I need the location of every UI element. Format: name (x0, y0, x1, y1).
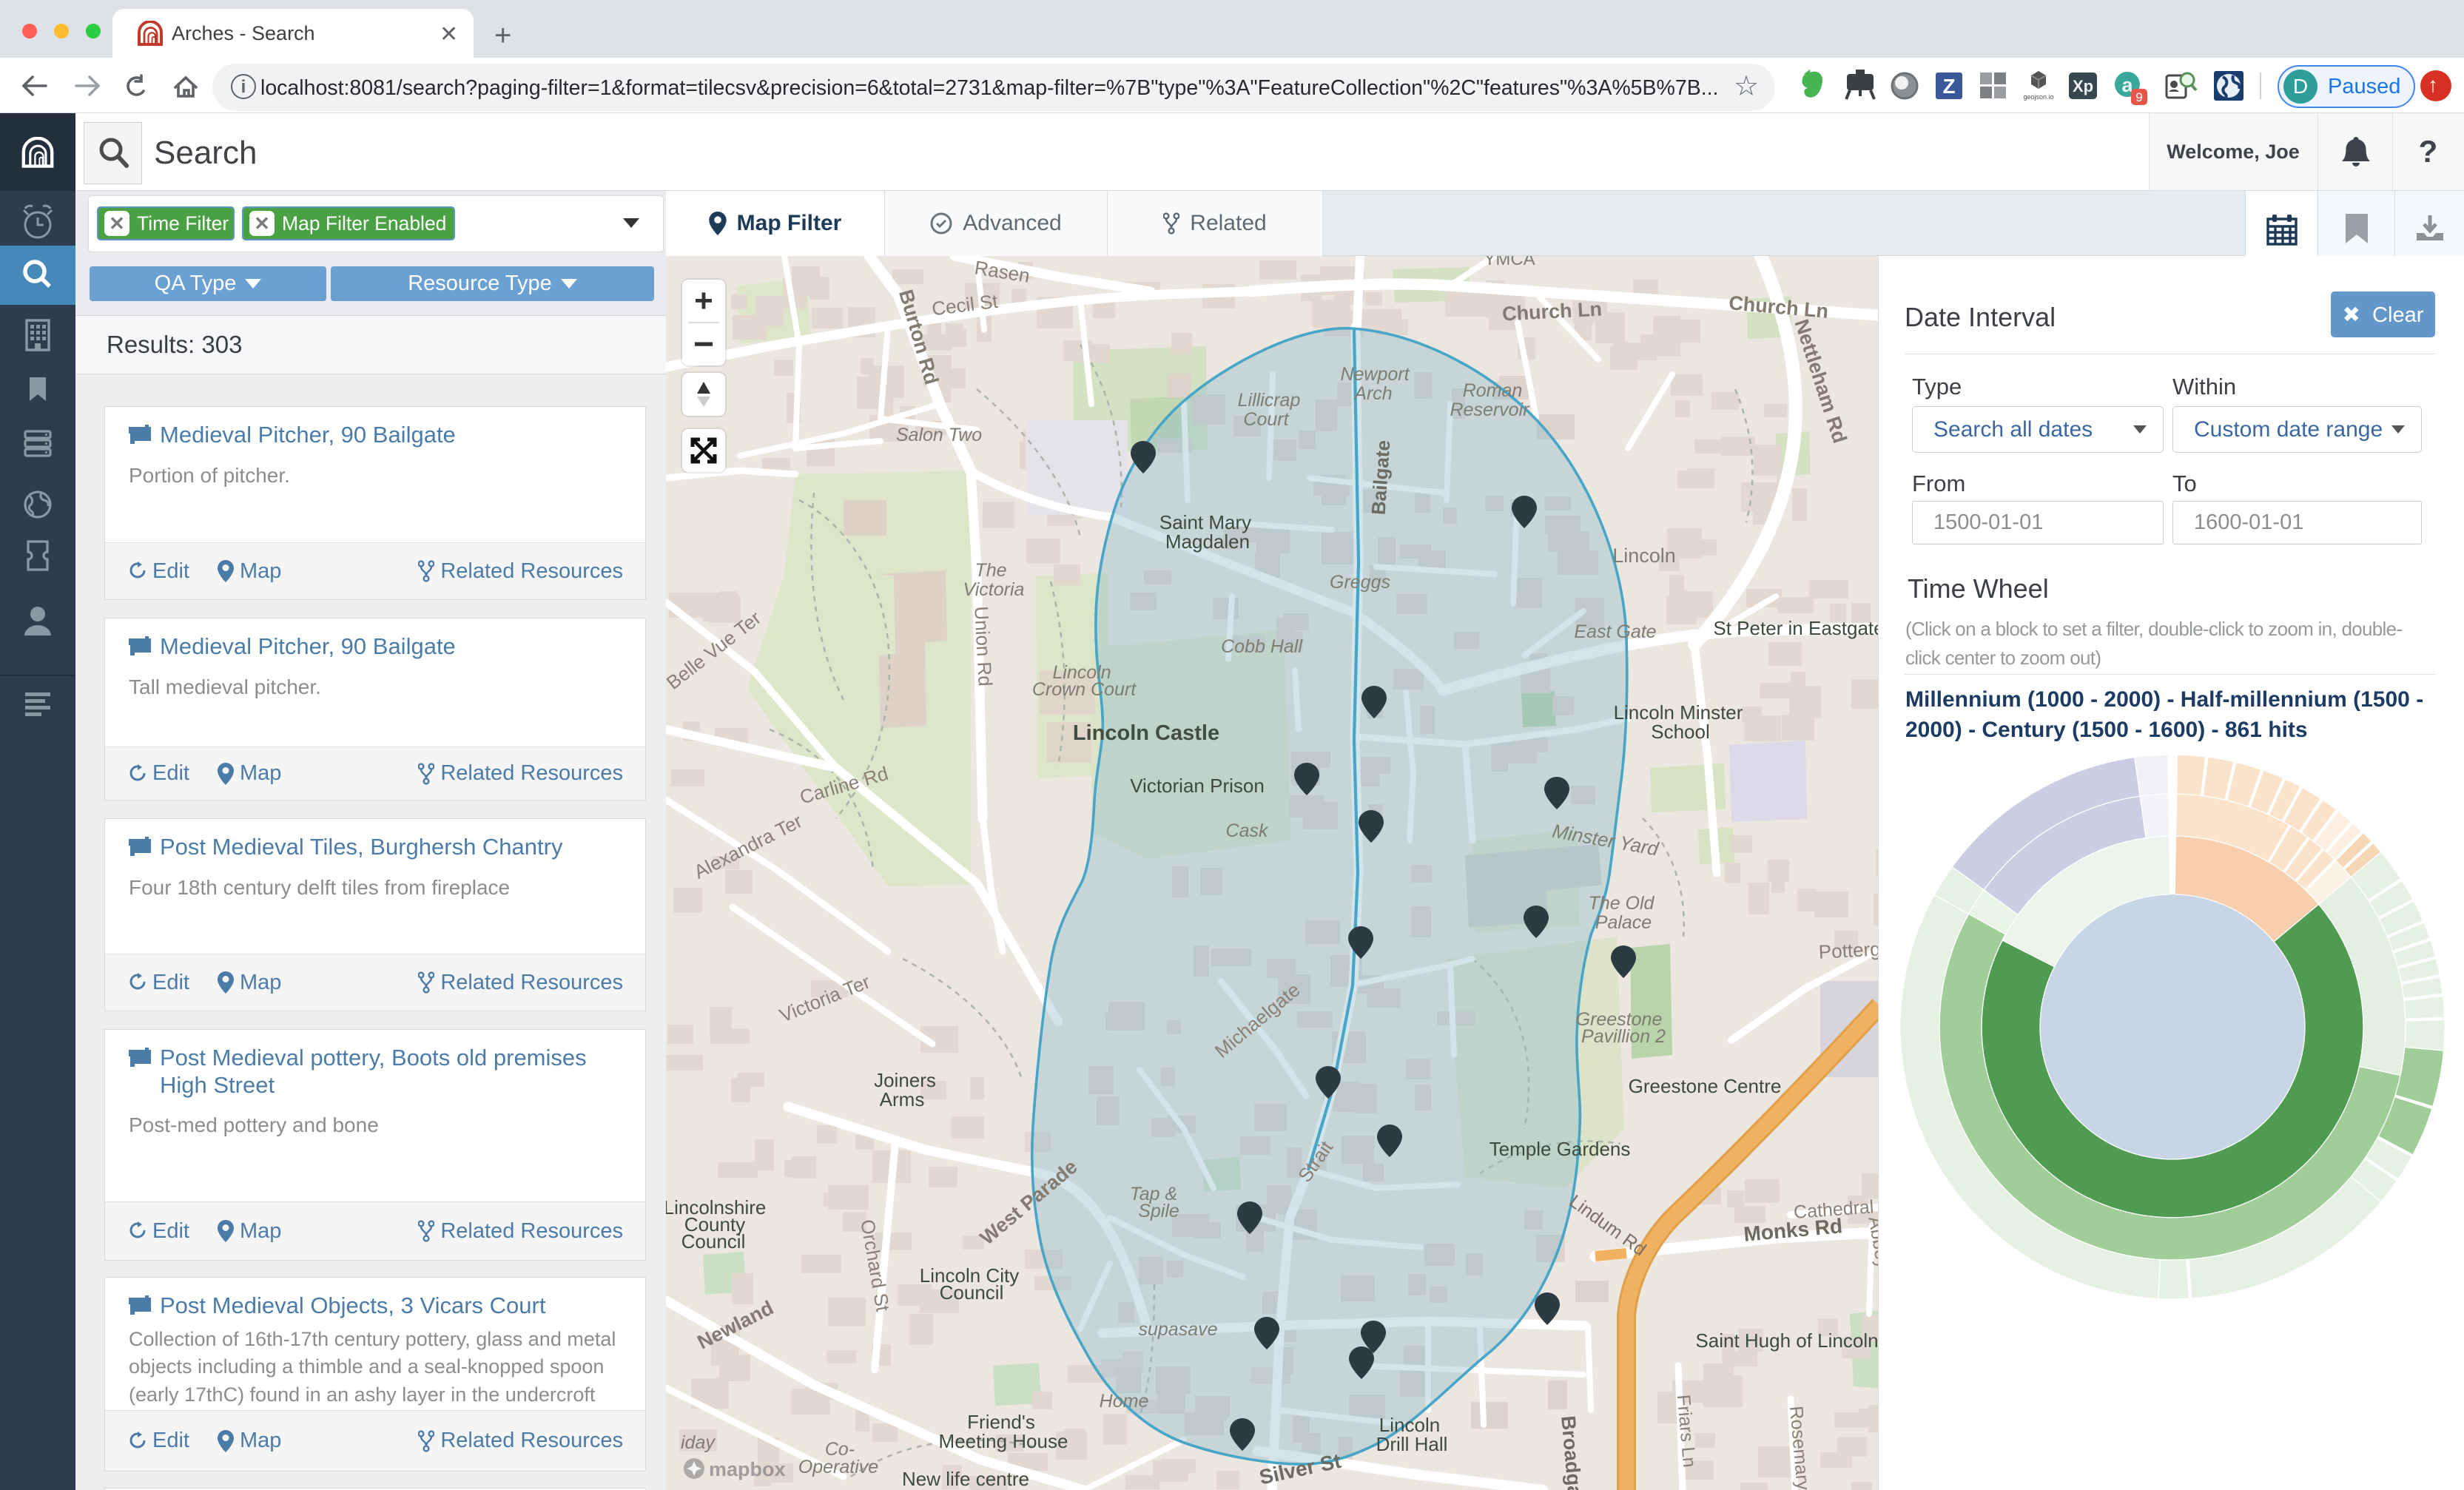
svg-text:iday: iday (681, 1432, 716, 1453)
svg-text:Meeting House: Meeting House (939, 1430, 1068, 1452)
svg-text:Arms: Arms (880, 1088, 925, 1110)
svg-text:Salon Two: Salon Two (896, 425, 982, 445)
svg-text:Temple Gardens: Temple Gardens (1489, 1138, 1631, 1160)
svg-text:Greestone Centre: Greestone Centre (1629, 1075, 1782, 1097)
svg-text:9: 9 (2135, 90, 2142, 104)
svg-text:Newport: Newport (1340, 364, 1410, 385)
svg-text:supasave: supasave (1138, 1319, 1217, 1340)
svg-text:Lillicrap: Lillicrap (1238, 390, 1301, 411)
svg-text:Pavillion 2: Pavillion 2 (1581, 1026, 1666, 1047)
svg-text:Arch: Arch (1353, 383, 1392, 404)
svg-text:Home: Home (1100, 1391, 1149, 1412)
svg-text:Court: Court (1243, 409, 1289, 430)
svg-text:Z: Z (1942, 75, 1955, 98)
svg-text:Greggs: Greggs (1330, 572, 1390, 593)
svg-text:Roman: Roman (1463, 380, 1523, 401)
svg-text:Cask: Cask (1226, 820, 1269, 841)
svg-text:Victoria: Victoria (963, 579, 1025, 600)
svg-text:The Old: The Old (1589, 893, 1655, 914)
svg-text:geojson.io: geojson.io (2023, 93, 2053, 101)
svg-text:St Peter in Eastgate: St Peter in Eastgate (1713, 617, 1878, 639)
svg-text:Cobb Hall: Cobb Hall (1221, 636, 1303, 657)
svg-text:Drill Hall: Drill Hall (1376, 1433, 1448, 1455)
svg-text:School: School (1651, 721, 1710, 743)
svg-text:Crown Court: Crown Court (1032, 679, 1137, 700)
svg-text:East Gate: East Gate (1574, 621, 1656, 642)
svg-text:Pottergat: Pottergat (1818, 937, 1878, 963)
svg-text:Spile: Spile (1138, 1201, 1179, 1221)
svg-text:Council: Council (681, 1230, 746, 1253)
svg-text:Union Rd: Union Rd (970, 606, 997, 687)
svg-text:Palace: Palace (1595, 912, 1652, 933)
svg-text:YMCA: YMCA (1484, 256, 1535, 269)
svg-text:New life centre: New life centre (902, 1468, 1029, 1490)
svg-text:Saint Hugh of Lincoln: Saint Hugh of Lincoln (1695, 1329, 1878, 1352)
svg-text:Lincoln: Lincoln (1612, 545, 1676, 567)
svg-text:Victorian Prison: Victorian Prison (1130, 775, 1265, 797)
svg-text:Lincoln Castle: Lincoln Castle (1073, 721, 1219, 745)
svg-text:Council: Council (940, 1281, 1004, 1304)
svg-text:mapbox: mapbox (709, 1458, 786, 1480)
svg-text:Magdalen: Magdalen (1165, 530, 1250, 553)
svg-text:Reservoir: Reservoir (1450, 400, 1531, 420)
svg-text:The: The (975, 560, 1006, 581)
svg-text:Xp: Xp (2073, 77, 2093, 95)
